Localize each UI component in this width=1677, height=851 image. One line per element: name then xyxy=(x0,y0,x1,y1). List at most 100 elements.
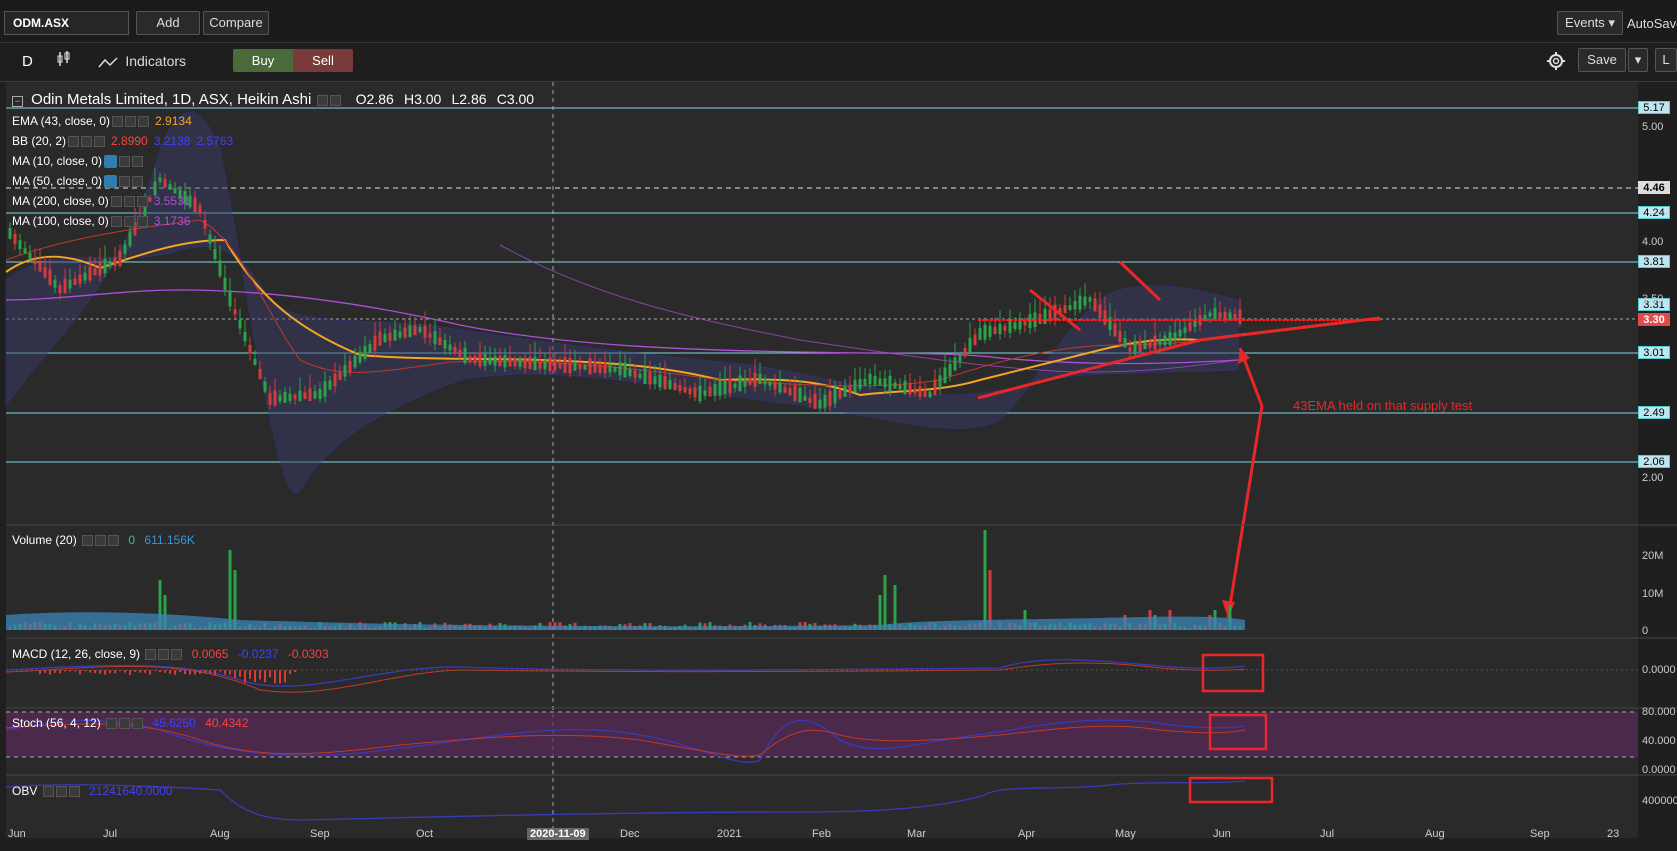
chart-area[interactable] xyxy=(6,82,1638,838)
indicator-eye-icon[interactable] xyxy=(112,116,124,128)
obv-close-icon[interactable] xyxy=(68,786,80,798)
events-dropdown[interactable]: Events ▾ xyxy=(1557,11,1623,35)
layout-button[interactable]: L xyxy=(1655,48,1677,72)
price-level-tag[interactable]: 2.06 xyxy=(1638,455,1670,468)
time-axis-label: Sep xyxy=(1530,828,1550,840)
time-axis-label: Aug xyxy=(210,828,230,840)
stoch-title: Stoch (56, 4, 12) xyxy=(12,716,101,730)
time-axis-label: 2021 xyxy=(717,828,742,840)
stoch-close-icon[interactable] xyxy=(132,718,144,730)
legend-settings-icon[interactable] xyxy=(317,94,329,106)
time-axis-label: Jun xyxy=(1213,828,1231,840)
volume-title: Volume (20) xyxy=(12,533,77,547)
sell-button[interactable]: Sell xyxy=(293,49,353,72)
volume-value-0: 0 xyxy=(128,533,136,547)
macd-value-0: 0.0065 xyxy=(191,647,229,661)
indicator-settings-icon[interactable] xyxy=(81,136,93,148)
time-axis-label: Dec xyxy=(620,828,640,840)
legend-hide-icon[interactable] xyxy=(330,94,342,106)
settings-gear-icon[interactable] xyxy=(1546,51,1566,71)
volume-value-1: 611.156K xyxy=(144,533,195,547)
save-button[interactable]: Save xyxy=(1578,48,1626,72)
time-axis-label: May xyxy=(1115,828,1136,840)
indicator-value: 3.2138 xyxy=(153,134,191,148)
indicator-settings-icon[interactable] xyxy=(123,216,135,228)
macd-settings-icon[interactable] xyxy=(145,649,157,661)
macd-eye-icon[interactable] xyxy=(158,649,170,661)
price-level-tag[interactable]: 3.81 xyxy=(1638,255,1670,268)
interval-button[interactable]: D xyxy=(22,53,33,70)
price-tick: 3.50 xyxy=(1642,293,1664,305)
stoch-eye-icon[interactable] xyxy=(119,718,131,730)
volume-eye-icon[interactable] xyxy=(95,535,107,547)
price-level-tag[interactable]: 3.01 xyxy=(1638,346,1670,359)
indicator-name: MA (200, close, 0) xyxy=(12,194,109,208)
legend-close: C3.00 xyxy=(496,91,535,107)
indicator-eye-icon[interactable] xyxy=(104,175,118,189)
volume-axis-tick: 0 xyxy=(1642,625,1649,637)
stoch-settings-icon[interactable] xyxy=(106,718,118,730)
indicator-value: 3.5531 xyxy=(153,194,191,208)
buy-button[interactable]: Buy xyxy=(233,49,293,72)
time-axis-label: Jul xyxy=(1320,828,1335,840)
volume-legend: Volume (20) 0 611.156K xyxy=(12,533,195,547)
indicator-legend: MA (10, close, 0) xyxy=(12,154,144,169)
obv-value-0: 21241640.0000 xyxy=(89,784,173,798)
price-level-tag[interactable]: 3.30 xyxy=(1638,313,1670,326)
volume-axis-tick: 10M xyxy=(1642,588,1664,600)
price-tick: 4.00 xyxy=(1642,236,1664,248)
time-axis-label: Aug xyxy=(1425,828,1445,840)
volume-settings-icon[interactable] xyxy=(82,535,94,547)
symbol-input[interactable]: ODM.ASX xyxy=(4,11,129,35)
indicator-name: MA (50, close, 0) xyxy=(12,174,103,188)
indicator-legend: MA (50, close, 0) xyxy=(12,174,144,189)
price-level-tag[interactable]: 5.17 xyxy=(1638,101,1670,114)
price-level-tag[interactable]: 4.46 xyxy=(1638,181,1670,194)
indicator-eye-icon[interactable] xyxy=(110,196,122,208)
macd-title: MACD (12, 26, close, 9) xyxy=(12,647,141,661)
chart-style-icon[interactable] xyxy=(56,49,72,69)
indicator-settings-icon[interactable] xyxy=(119,176,131,188)
indicator-close-icon[interactable] xyxy=(132,176,144,188)
save-options-chevron-down-icon[interactable]: ▾ xyxy=(1628,48,1648,72)
price-level-tag[interactable]: 2.49 xyxy=(1638,406,1670,419)
stoch-axis-tick: 0.0000 xyxy=(1642,764,1676,776)
indicator-close-icon[interactable] xyxy=(94,136,106,148)
price-level-tag[interactable]: 4.24 xyxy=(1638,206,1670,219)
indicators-label: Indicators xyxy=(125,53,187,69)
indicator-settings-icon[interactable] xyxy=(119,156,131,168)
obv-axis-tick: 400000 xyxy=(1642,795,1677,807)
indicators-icon xyxy=(98,57,118,68)
crosshair-date-label: 2020-11-09 xyxy=(527,828,589,840)
indicator-value: 2.9134 xyxy=(155,114,192,128)
indicator-close-icon[interactable] xyxy=(132,156,144,168)
indicator-close-icon[interactable] xyxy=(136,216,148,228)
macd-close-icon[interactable] xyxy=(171,649,183,661)
indicator-settings-icon[interactable] xyxy=(125,116,137,128)
indicator-close-icon[interactable] xyxy=(136,196,148,208)
compare-button[interactable]: Compare xyxy=(203,11,269,35)
obv-settings-icon[interactable] xyxy=(42,786,54,798)
indicator-legend: EMA (43, close, 0) 2.9134 xyxy=(12,114,192,128)
time-axis-label: 23 xyxy=(1607,828,1620,840)
macd-value-1: -0.0237 xyxy=(237,647,279,661)
indicator-eye-icon[interactable] xyxy=(68,136,80,148)
chart-toolbar: D Indicators Buy Sell Save ▾ L xyxy=(0,43,1677,82)
time-axis-label: Oct xyxy=(416,828,434,840)
indicator-value: 2.5763 xyxy=(196,134,234,148)
autosave-label[interactable]: AutoSave xyxy=(1627,16,1677,31)
obv-eye-icon[interactable] xyxy=(55,786,67,798)
stoch-axis-tick: 80.000 xyxy=(1642,706,1676,718)
add-button[interactable]: Add xyxy=(136,11,200,35)
indicator-settings-icon[interactable] xyxy=(123,196,135,208)
indicator-eye-icon[interactable] xyxy=(104,155,118,169)
indicator-close-icon[interactable] xyxy=(138,116,150,128)
indicator-legend: MA (100, close, 0) 3.1736 xyxy=(12,214,190,228)
price-tick: 5.00 xyxy=(1642,121,1664,133)
volume-close-icon[interactable] xyxy=(108,535,120,547)
indicator-value: 2.8990 xyxy=(111,134,148,148)
indicators-button[interactable]: Indicators xyxy=(98,53,186,70)
collapse-icon[interactable]: − xyxy=(12,96,23,107)
indicator-eye-icon[interactable] xyxy=(110,216,122,228)
obv-title: OBV xyxy=(12,784,38,798)
